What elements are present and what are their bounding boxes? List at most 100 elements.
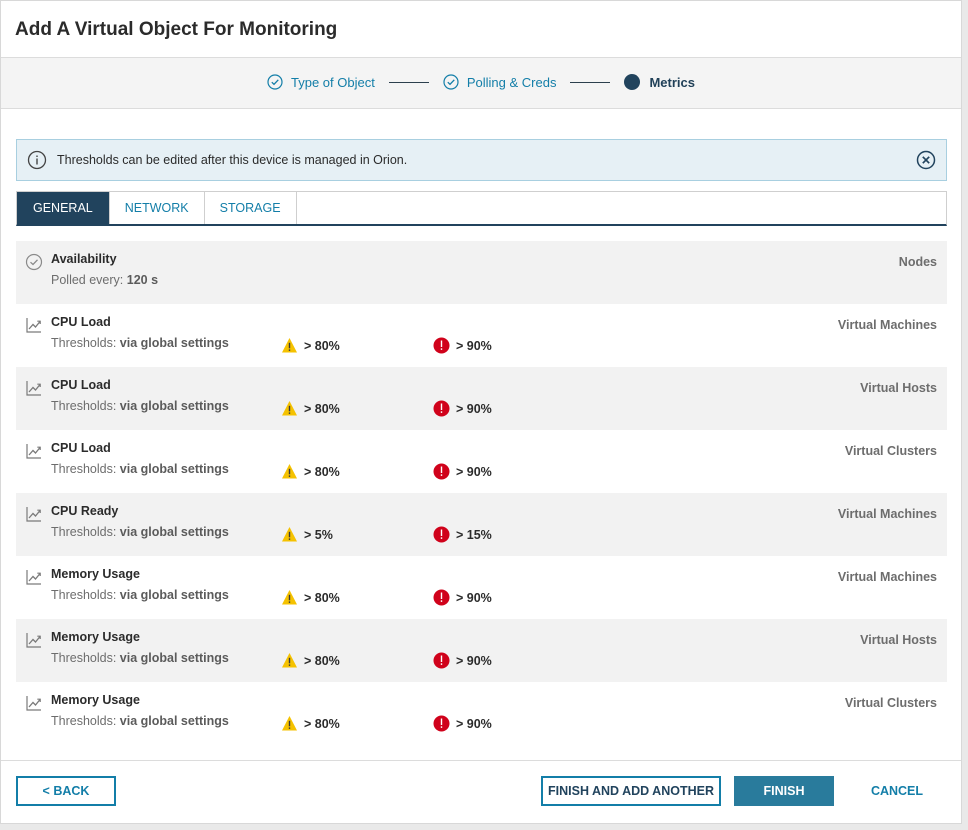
check-circle-icon — [267, 74, 283, 90]
sub-value[interactable]: via global settings — [120, 525, 229, 539]
cancel-button[interactable]: CANCEL — [859, 776, 935, 806]
warning-threshold: > 80% — [281, 652, 340, 669]
check-circle-icon — [25, 253, 43, 271]
sub-value[interactable]: via global settings — [120, 588, 229, 602]
step-type-of-object[interactable]: Type of Object — [267, 74, 375, 90]
warning-icon — [282, 464, 297, 479]
warning-icon — [282, 401, 297, 416]
sub-label: Polled every: — [51, 273, 124, 287]
sub-label: Thresholds: — [51, 399, 117, 413]
metric-subline: Polled every: 120 s — [51, 273, 937, 287]
warning-threshold: > 80% — [281, 463, 340, 480]
step-polling-creds[interactable]: Polling & Creds — [443, 74, 557, 90]
metric-tabs: GENERAL NETWORK STORAGE — [16, 191, 947, 226]
warning-value: > 80% — [304, 401, 340, 416]
metric-row: CPU Ready Thresholds: via global setting… — [16, 493, 947, 556]
metric-subline: Thresholds: via global settings — [51, 588, 937, 602]
metric-row: CPU Load Thresholds: via global settings… — [16, 367, 947, 430]
critical-icon — [433, 589, 450, 606]
add-virtual-object-dialog: Add A Virtual Object For Monitoring Type… — [0, 0, 962, 824]
metric-subline: Thresholds: via global settings — [51, 525, 937, 539]
warning-threshold: > 5% — [281, 526, 333, 543]
critical-value: > 90% — [456, 401, 492, 416]
warning-icon — [282, 653, 297, 668]
trend-chart-icon — [26, 633, 41, 648]
warning-icon — [282, 338, 297, 353]
dialog-header: Add A Virtual Object For Monitoring — [1, 1, 961, 58]
metric-name: CPU Load — [51, 378, 111, 392]
dialog-title: Add A Virtual Object For Monitoring — [15, 19, 338, 40]
warning-threshold: > 80% — [281, 715, 340, 732]
metric-name: Memory Usage — [51, 630, 140, 644]
critical-icon — [433, 652, 450, 669]
metric-subline: Thresholds: via global settings — [51, 714, 937, 728]
metric-row: CPU Load Thresholds: via global settings… — [16, 304, 947, 367]
sub-value[interactable]: via global settings — [120, 336, 229, 350]
sub-value[interactable]: via global settings — [120, 462, 229, 476]
sub-label: Thresholds: — [51, 651, 117, 665]
warning-icon — [282, 716, 297, 731]
wizard-stepper: Type of Object Polling & Creds Metrics — [1, 58, 961, 109]
sub-value[interactable]: via global settings — [120, 399, 229, 413]
metric-subline: Thresholds: via global settings — [51, 336, 937, 350]
critical-value: > 90% — [456, 338, 492, 353]
critical-threshold: > 15% — [433, 526, 492, 543]
metric-subline: Thresholds: via global settings — [51, 462, 937, 476]
finish-and-add-another-button[interactable]: FINISH AND ADD ANOTHER — [541, 776, 721, 806]
critical-icon — [433, 715, 450, 732]
trend-chart-icon — [26, 444, 41, 459]
sub-label: Thresholds: — [51, 462, 117, 476]
metric-subline: Thresholds: via global settings — [51, 399, 937, 413]
warning-threshold: > 80% — [281, 337, 340, 354]
metric-scope: Virtual Clusters — [844, 444, 937, 458]
metric-scope: Virtual Hosts — [860, 633, 937, 647]
sub-value[interactable]: via global settings — [120, 651, 229, 665]
back-button[interactable]: < BACK — [16, 776, 116, 806]
metric-name: CPU Load — [51, 441, 111, 455]
filled-circle-icon — [624, 74, 641, 90]
warning-value: > 80% — [304, 716, 340, 731]
step-label: Metrics — [649, 74, 695, 90]
step-label: Polling & Creds — [466, 74, 557, 90]
metric-scope: Virtual Hosts — [860, 381, 937, 395]
metric-row-availability: Availability Polled every: 120 s Nodes — [16, 241, 947, 304]
metric-scope: Virtual Clusters — [844, 696, 937, 710]
critical-icon — [433, 400, 450, 417]
tab-general[interactable]: GENERAL — [17, 192, 110, 224]
critical-threshold: > 90% — [433, 652, 492, 669]
warning-icon — [282, 590, 297, 605]
sub-value[interactable]: via global settings — [120, 714, 229, 728]
sub-label: Thresholds: — [51, 714, 117, 728]
info-icon — [27, 150, 47, 170]
dialog-footer: < BACK FINISH AND ADD ANOTHER FINISH CAN… — [1, 760, 961, 823]
info-alert: Thresholds can be edited after this devi… — [16, 139, 947, 181]
critical-threshold: > 90% — [433, 463, 492, 480]
warning-value: > 80% — [304, 653, 340, 668]
critical-value: > 90% — [456, 716, 492, 731]
metric-name: CPU Ready — [51, 504, 119, 518]
metric-name: CPU Load — [51, 315, 111, 329]
metric-scope: Virtual Machines — [837, 507, 937, 521]
metrics-list: Availability Polled every: 120 s Nodes C… — [16, 241, 947, 745]
warning-value: > 5% — [304, 527, 333, 542]
critical-threshold: > 90% — [433, 400, 492, 417]
tab-network[interactable]: NETWORK — [110, 192, 205, 224]
critical-threshold: > 90% — [433, 337, 492, 354]
dialog-content: Thresholds can be edited after this devi… — [1, 109, 961, 745]
critical-threshold: > 90% — [433, 715, 492, 732]
critical-threshold: > 90% — [433, 589, 492, 606]
critical-value: > 90% — [456, 653, 492, 668]
critical-icon — [433, 463, 450, 480]
close-circle-icon[interactable] — [916, 150, 936, 170]
metric-scope: Virtual Machines — [837, 570, 937, 584]
metric-name: Availability — [51, 252, 117, 266]
warning-threshold: > 80% — [281, 589, 340, 606]
metric-row: CPU Load Thresholds: via global settings… — [16, 430, 947, 493]
tab-storage[interactable]: STORAGE — [205, 192, 297, 224]
warning-value: > 80% — [304, 338, 340, 353]
alert-text: Thresholds can be edited after this devi… — [57, 153, 408, 167]
metric-row: Memory Usage Thresholds: via global sett… — [16, 682, 947, 745]
trend-chart-icon — [26, 570, 41, 585]
finish-button[interactable]: FINISH — [734, 776, 834, 806]
critical-value: > 90% — [456, 590, 492, 605]
